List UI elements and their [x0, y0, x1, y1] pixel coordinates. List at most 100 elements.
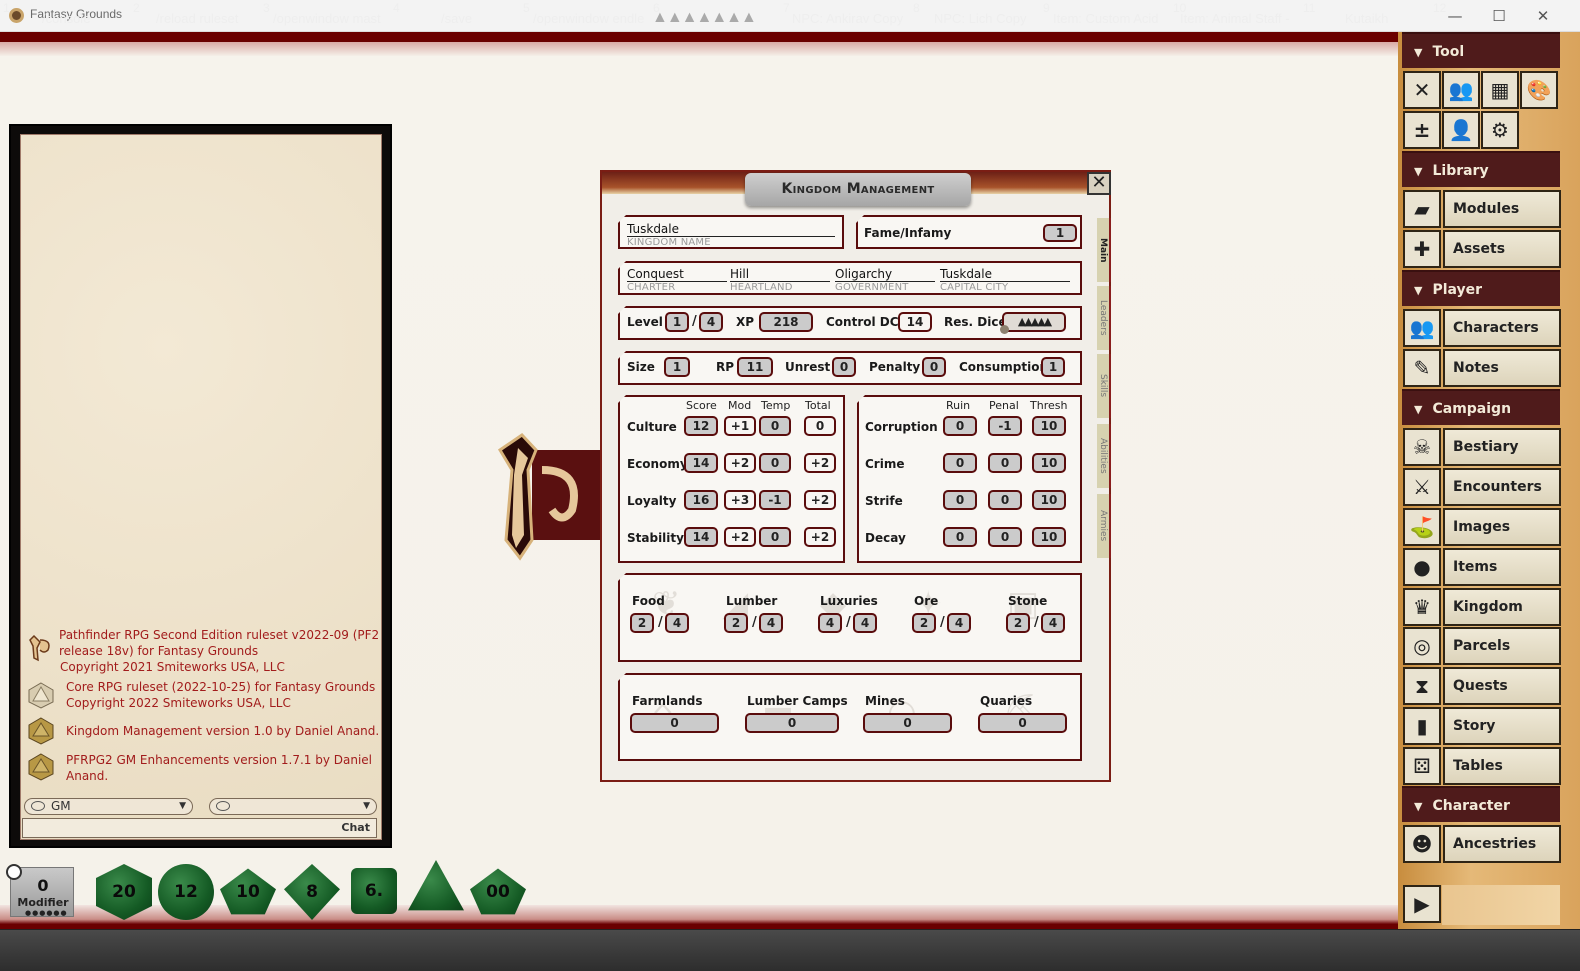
options-icon[interactable]: ⚙	[1481, 111, 1519, 149]
chat-send-button[interactable]: Chat	[341, 821, 370, 834]
sidebar-item-tables[interactable]: ⚄ Tables	[1403, 747, 1561, 785]
modifiers-icon[interactable]: ±	[1403, 111, 1441, 149]
xp-value[interactable]: 218	[759, 312, 813, 332]
ruin-value[interactable]: 0	[943, 416, 977, 436]
commodity-max[interactable]: 4	[947, 613, 971, 633]
work-site-value[interactable]: 0	[863, 713, 952, 733]
kingdom-name-field[interactable]: Tuskdale KINGDOM NAME	[627, 222, 835, 249]
commodity-max[interactable]: 4	[1041, 613, 1065, 633]
sidebar-item-notes[interactable]: ✎ Notes	[1403, 349, 1561, 387]
sidebar-section-character[interactable]: ▼ Character	[1402, 786, 1560, 822]
sidebar-item-encounters[interactable]: ⚔ Encounters	[1403, 468, 1561, 506]
hotkey-slot-5[interactable]: 5/openwindow endle	[520, 0, 652, 42]
sidebar-section-tool[interactable]: ▼ Tool	[1402, 32, 1560, 68]
tab-skills[interactable]: Skills	[1097, 354, 1111, 418]
combat-tracker-icon[interactable]: ✕	[1403, 71, 1441, 109]
hotkey-slot-8[interactable]: 8 NPC: Lich Copy	[910, 0, 1042, 42]
ruin-value[interactable]: 0	[943, 453, 977, 473]
language-select[interactable]: ▼	[209, 798, 377, 815]
ability-score[interactable]: 14	[684, 527, 718, 547]
commodity-value[interactable]: 2	[912, 613, 936, 633]
sidebar-item-items[interactable]: ● Items	[1403, 548, 1561, 586]
sidebar-item-kingdom[interactable]: ♛ Kingdom	[1403, 588, 1561, 626]
sidebar-item-parcels[interactable]: ◎ Parcels	[1403, 627, 1561, 665]
sidebar-item-characters[interactable]: 👥 Characters	[1403, 309, 1561, 347]
sidebar-item-images[interactable]: ⛳ Images	[1403, 508, 1561, 546]
consumption-value[interactable]: 1	[1041, 357, 1065, 377]
ruin-threshold[interactable]: 10	[1032, 416, 1066, 436]
res-dice-value[interactable]: ▲▲▲▲▲	[1002, 312, 1066, 332]
government-value[interactable]: Oligarchy	[835, 267, 935, 282]
government-field[interactable]: Oligarchy GOVERNMENT	[835, 267, 935, 294]
capital-city-field[interactable]: Tuskdale CAPITAL CITY	[940, 267, 1070, 294]
speaker-select[interactable]: GM ▼	[24, 798, 193, 815]
ruin-penalty[interactable]: -1	[988, 416, 1022, 436]
work-site-value[interactable]: 0	[745, 713, 839, 733]
modifier-lock-icon[interactable]	[6, 864, 22, 880]
ability-score[interactable]: 16	[684, 490, 718, 510]
close-button[interactable]: ✕	[1087, 172, 1111, 195]
calendar-icon[interactable]: ▦	[1481, 71, 1519, 109]
commodity-max[interactable]: 4	[853, 613, 877, 633]
commodity-value[interactable]: 2	[724, 613, 748, 633]
hotkey-slot-4[interactable]: 4/save	[390, 0, 522, 42]
capital-city-value[interactable]: Tuskdale	[940, 267, 1070, 282]
ruin-penalty[interactable]: 0	[988, 490, 1022, 510]
tab-abilities[interactable]: Abilities	[1097, 424, 1111, 488]
hotkey-slot-9[interactable]: 9 Item: Custom Acid	[1040, 0, 1172, 42]
ruin-value[interactable]: 0	[943, 527, 977, 547]
colors-icon[interactable]: 🎨	[1520, 71, 1558, 109]
ability-temp[interactable]: -1	[759, 490, 791, 510]
fame-value[interactable]: 1	[1043, 224, 1077, 242]
commodity-max[interactable]: 4	[759, 613, 783, 633]
heartland-value[interactable]: Hill	[730, 267, 830, 282]
hotkey-slot-10[interactable]: 10 Item: Animal Staff -	[1170, 0, 1302, 42]
rp-value[interactable]: 11	[737, 357, 773, 377]
penalty-value[interactable]: 0	[922, 357, 946, 377]
hotkey-slot-2[interactable]: 2/reload ruleset	[130, 0, 262, 42]
ruin-penalty[interactable]: 0	[988, 453, 1022, 473]
sidebar-item-modules[interactable]: ▰ Modules	[1403, 190, 1561, 228]
ruin-threshold[interactable]: 10	[1032, 527, 1066, 547]
commodity-max[interactable]: 4	[665, 613, 689, 633]
ability-temp[interactable]: 0	[759, 416, 791, 436]
level-max[interactable]: 4	[699, 312, 723, 332]
tab-armies[interactable]: Armies	[1097, 494, 1111, 558]
sidebar-item-ancestries[interactable]: ☻ Ancestries	[1403, 825, 1561, 863]
sidebar-section-campaign[interactable]: ▼ Campaign	[1402, 389, 1560, 425]
level-value[interactable]: 1	[665, 312, 689, 332]
ability-score[interactable]: 12	[684, 416, 718, 436]
charter-value[interactable]: Conquest	[627, 267, 727, 282]
work-site-value[interactable]: 0	[978, 713, 1067, 733]
d6-die[interactable]: 6.	[351, 868, 397, 914]
charter-field[interactable]: Conquest CHARTER	[627, 267, 727, 294]
kingdom-name-value[interactable]: Tuskdale	[627, 222, 835, 237]
commodity-value[interactable]: 2	[630, 613, 654, 633]
ruin-threshold[interactable]: 10	[1032, 490, 1066, 510]
party-sheet-icon[interactable]: 👥	[1442, 71, 1480, 109]
unrest-value[interactable]: 0	[832, 357, 856, 377]
sidebar-item-assets[interactable]: ✚ Assets	[1403, 230, 1561, 268]
sidebar-item-quests[interactable]: ⧗ Quests	[1403, 667, 1561, 705]
hotkey-slot-6[interactable]: 6 ▲▲▲▲▲▲▲	[650, 0, 782, 42]
sidebar-section-library[interactable]: ▼ Library	[1402, 151, 1560, 187]
effects-icon[interactable]: 👤	[1442, 111, 1480, 149]
sidebar-item-story[interactable]: ▮ Story	[1403, 707, 1561, 745]
hotkey-slot-3[interactable]: 3/openwindow mast	[260, 0, 392, 42]
ability-temp[interactable]: 0	[759, 527, 791, 547]
tab-main[interactable]: Main	[1097, 218, 1111, 282]
hotkey-slot-1[interactable]: 1/console	[0, 0, 132, 42]
ruin-value[interactable]: 0	[943, 490, 977, 510]
chat-input[interactable]: Chat	[22, 818, 377, 838]
ruin-threshold[interactable]: 10	[1032, 453, 1066, 473]
d12-die[interactable]: 12	[158, 864, 214, 920]
ability-temp[interactable]: 0	[759, 453, 791, 473]
sidebar-section-player[interactable]: ▼ Player	[1402, 270, 1560, 306]
heartland-field[interactable]: Hill HEARTLAND	[730, 267, 830, 294]
commodity-value[interactable]: 4	[818, 613, 842, 633]
tab-leaders[interactable]: Leaders	[1097, 286, 1111, 350]
size-value[interactable]: 1	[664, 357, 690, 377]
commodity-value[interactable]: 2	[1006, 613, 1030, 633]
ability-score[interactable]: 14	[684, 453, 718, 473]
work-site-value[interactable]: 0	[630, 713, 719, 733]
